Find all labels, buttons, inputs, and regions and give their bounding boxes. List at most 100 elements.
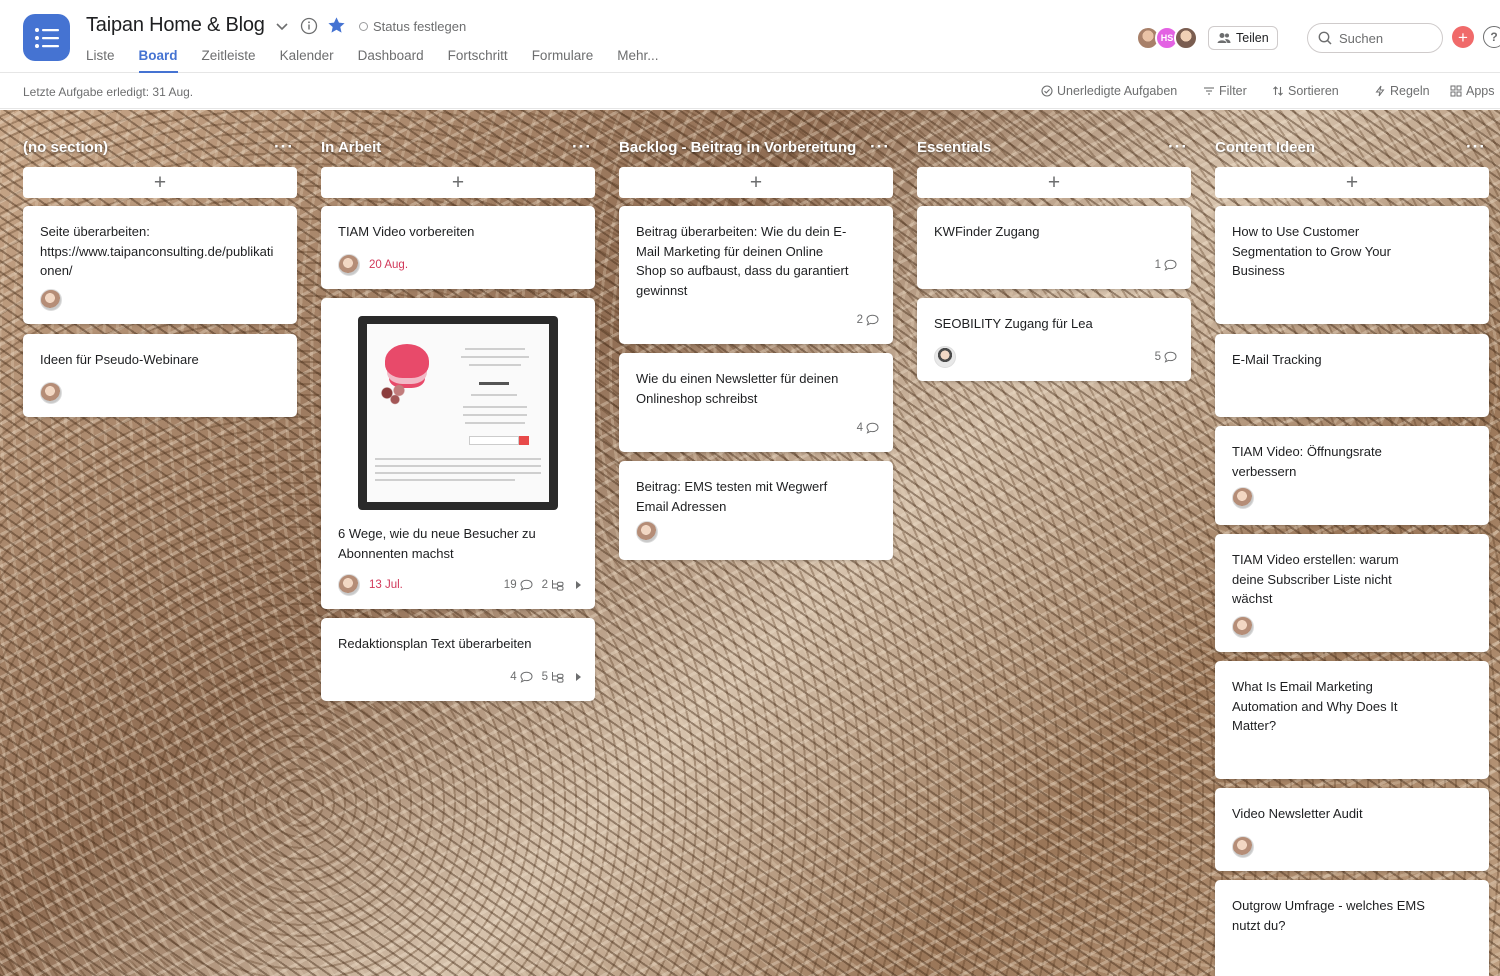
add-task-button[interactable]: + xyxy=(917,167,1191,198)
task-card[interactable]: KWFinder Zugang 1 xyxy=(917,206,1191,289)
tab-mehr[interactable]: Mehr... xyxy=(617,48,658,73)
tab-zeitleiste[interactable]: Zeitleiste xyxy=(202,48,256,73)
comment-icon xyxy=(1164,259,1177,271)
share-label: Teilen xyxy=(1236,31,1269,45)
task-card[interactable]: Video Newsletter Audit xyxy=(1215,788,1489,871)
add-task-button[interactable]: + xyxy=(619,167,893,198)
avatar[interactable] xyxy=(1174,26,1198,50)
more-options-icon[interactable]: ··· xyxy=(1466,137,1486,157)
column-title[interactable]: In Arbeit xyxy=(321,139,381,156)
more-options-icon[interactable]: ··· xyxy=(1168,137,1188,157)
search-box[interactable] xyxy=(1307,23,1443,53)
filter-label: Filter xyxy=(1219,84,1247,98)
task-title: Seite überarbeiten: https://www.taipanco… xyxy=(40,224,274,278)
share-button[interactable]: Teilen xyxy=(1208,26,1278,50)
assignee-avatar[interactable] xyxy=(338,254,360,276)
task-card[interactable]: How to Use Customer Segmentation to Grow… xyxy=(1215,206,1489,324)
comment-count[interactable]: 4 xyxy=(857,422,879,434)
comment-count[interactable]: 4 xyxy=(510,671,533,683)
expand-subtasks-icon[interactable] xyxy=(576,581,581,589)
assignee-avatar[interactable] xyxy=(1232,487,1254,509)
column-in-arbeit: In Arbeit ··· + TIAM Video vorbereiten 2… xyxy=(321,110,595,701)
task-card[interactable]: Wie du einen Newsletter für deinen Onlin… xyxy=(619,353,893,452)
column-header: Essentials ··· + xyxy=(917,110,1191,198)
due-date[interactable]: 13 Jul. xyxy=(369,579,403,591)
tab-kalender[interactable]: Kalender xyxy=(280,48,334,73)
sort-button[interactable]: Sortieren xyxy=(1272,84,1339,98)
task-title: Video Newsletter Audit xyxy=(1232,806,1363,821)
task-card[interactable]: SEOBILITY Zugang für Lea 5 xyxy=(917,298,1191,381)
subtask-count[interactable]: 2 xyxy=(542,579,564,591)
status-circle-icon xyxy=(359,22,368,31)
task-card[interactable]: Seite überarbeiten: https://www.taipanco… xyxy=(23,206,297,324)
task-card[interactable]: TIAM Video: Öffnungsrate verbessern xyxy=(1215,426,1489,525)
task-title: Wie du einen Newsletter für deinen Onlin… xyxy=(636,371,839,406)
chevron-down-icon[interactable] xyxy=(274,18,290,34)
info-icon[interactable] xyxy=(300,17,318,35)
task-card[interactable]: 6 Wege, wie du neue Besucher zu Abonnent… xyxy=(321,298,595,609)
rules-button[interactable]: Regeln xyxy=(1374,84,1430,98)
more-options-icon[interactable]: ··· xyxy=(572,137,592,157)
more-options-icon[interactable]: ··· xyxy=(274,137,294,157)
task-card[interactable]: Beitrag: EMS testen mit Wegwerf Email Ad… xyxy=(619,461,893,560)
tab-fortschritt[interactable]: Fortschritt xyxy=(448,48,508,73)
card-meta: 5 xyxy=(934,346,1177,368)
assignee-avatar[interactable] xyxy=(338,574,360,596)
assignee-avatar[interactable] xyxy=(1232,616,1254,638)
task-card[interactable]: TIAM Video vorbereiten 20 Aug. xyxy=(321,206,595,289)
star-icon[interactable] xyxy=(327,16,346,35)
member-avatars[interactable]: HS xyxy=(1136,26,1198,50)
task-title: Outgrow Umfrage - welches EMS nutzt du? xyxy=(1232,898,1425,933)
filter-button[interactable]: Filter xyxy=(1203,84,1247,98)
due-date[interactable]: 20 Aug. xyxy=(369,259,408,271)
assignee-avatar[interactable] xyxy=(1232,836,1254,858)
subtask-count[interactable]: 5 xyxy=(542,671,564,683)
list-icon xyxy=(34,27,59,48)
expand-subtasks-icon[interactable] xyxy=(576,673,581,681)
task-card[interactable]: Ideen für Pseudo-Webinare xyxy=(23,334,297,417)
task-card[interactable]: Outgrow Umfrage - welches EMS nutzt du? xyxy=(1215,880,1489,976)
comment-count[interactable]: 19 xyxy=(504,579,533,591)
task-card[interactable]: TIAM Video erstellen: warum deine Subscr… xyxy=(1215,534,1489,652)
add-task-button[interactable]: + xyxy=(1215,167,1489,198)
task-card[interactable]: Beitrag überarbeiten: Wie du dein E-Mail… xyxy=(619,206,893,344)
card-meta: 4 xyxy=(636,417,879,439)
column-title[interactable]: Essentials xyxy=(917,139,991,156)
search-input[interactable] xyxy=(1339,30,1429,46)
task-card[interactable]: What Is Email Marketing Automation and W… xyxy=(1215,661,1489,779)
status-set-button[interactable]: Status festlegen xyxy=(359,19,466,34)
add-button[interactable]: + xyxy=(1452,26,1474,48)
board-canvas: (no section) ··· + Seite überarbeiten: h… xyxy=(0,110,1500,976)
add-task-button[interactable]: + xyxy=(23,167,297,198)
assignee-avatar[interactable] xyxy=(636,521,658,543)
last-completed-text: Letzte Aufgabe erledigt: 31 Aug. xyxy=(23,85,194,99)
task-title: Redaktionsplan Text überarbeiten xyxy=(338,636,532,651)
tab-board[interactable]: Board xyxy=(138,48,178,73)
column-header: Content Ideen ··· + xyxy=(1215,110,1489,198)
project-list-icon[interactable] xyxy=(23,14,70,61)
assignee-avatar[interactable] xyxy=(40,382,62,404)
add-task-button[interactable]: + xyxy=(321,167,595,198)
apps-button[interactable]: Apps xyxy=(1450,84,1495,98)
incomplete-tasks-button[interactable]: Unerledigte Aufgaben xyxy=(1041,84,1177,98)
comment-count[interactable]: 5 xyxy=(1155,351,1177,363)
tab-liste[interactable]: Liste xyxy=(86,48,115,73)
more-options-icon[interactable]: ··· xyxy=(870,137,890,157)
help-button[interactable]: ? xyxy=(1483,26,1500,48)
assignee-avatar[interactable] xyxy=(934,346,956,368)
task-card[interactable]: Redaktionsplan Text überarbeiten 4 5 xyxy=(321,618,595,701)
assignee-avatar[interactable] xyxy=(40,289,62,311)
tab-dashboard[interactable]: Dashboard xyxy=(358,48,424,73)
column-title[interactable]: Content Ideen xyxy=(1215,139,1315,156)
comment-count[interactable]: 2 xyxy=(857,314,879,326)
sort-label: Sortieren xyxy=(1288,84,1339,98)
project-title[interactable]: Taipan Home & Blog xyxy=(86,14,265,37)
tab-formulare[interactable]: Formulare xyxy=(532,48,594,73)
task-title: TIAM Video vorbereiten xyxy=(338,224,475,239)
column-essentials: Essentials ··· + KWFinder Zugang 1 SEOBI… xyxy=(917,110,1191,381)
comment-count[interactable]: 1 xyxy=(1155,259,1177,271)
column-title[interactable]: Backlog - Beitrag in Vorbereitung xyxy=(619,139,856,156)
card-meta xyxy=(1232,487,1475,509)
task-card[interactable]: E-Mail Tracking xyxy=(1215,334,1489,417)
column-title[interactable]: (no section) xyxy=(23,139,108,156)
